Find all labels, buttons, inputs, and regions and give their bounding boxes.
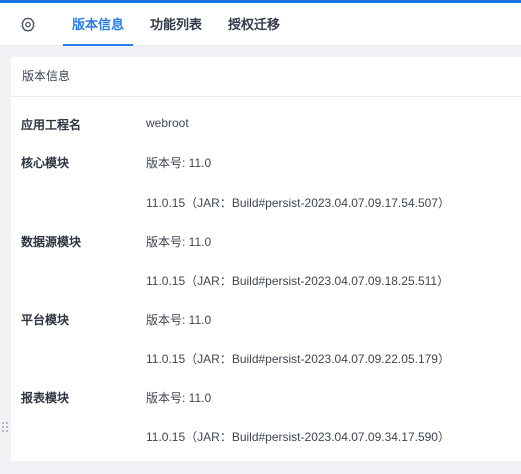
row-label-app-project: 应用工程名 (21, 118, 82, 132)
tab-bar: 版本信息 功能列表 授权迁移 (0, 3, 521, 46)
row-detail-platform-module: 11.0.15（JAR：Build#persist-2023.04.07.09.… (146, 352, 450, 366)
panel-title: 版本信息 (11, 57, 521, 97)
row-detail-datasource-module: 11.0.15（JAR：Build#persist-2023.04.07.09.… (146, 274, 450, 288)
row-value-core-module: 版本号: 11.0 (146, 156, 212, 170)
tab-license-migration[interactable]: 授权迁移 (228, 3, 280, 46)
row-value-report-module: 版本号: 11.0 (146, 391, 212, 405)
row-label-platform-module: 平台模块 (21, 313, 70, 327)
drag-handle-icon[interactable] (1, 420, 10, 432)
row-label-core-module: 核心模块 (21, 156, 70, 170)
row-label-datasource-module: 数据源模块 (21, 235, 82, 249)
row-value-app-project: webroot (146, 116, 189, 130)
version-info-panel: 版本信息 应用工程名 webroot 核心模块 版本号: 11.0 11.0.1… (11, 57, 521, 461)
row-detail-report-module: 11.0.15（JAR：Build#persist-2023.04.07.09.… (146, 430, 450, 444)
row-label-report-module: 报表模块 (21, 391, 70, 405)
row-detail-core-module: 11.0.15（JAR：Build#persist-2023.04.07.09.… (146, 196, 450, 210)
tab-feature-list[interactable]: 功能列表 (150, 3, 202, 46)
row-value-datasource-module: 版本号: 11.0 (146, 235, 212, 249)
gear-icon[interactable] (19, 16, 37, 34)
tab-version-info[interactable]: 版本信息 (62, 3, 134, 46)
row-value-platform-module: 版本号: 11.0 (146, 313, 212, 327)
